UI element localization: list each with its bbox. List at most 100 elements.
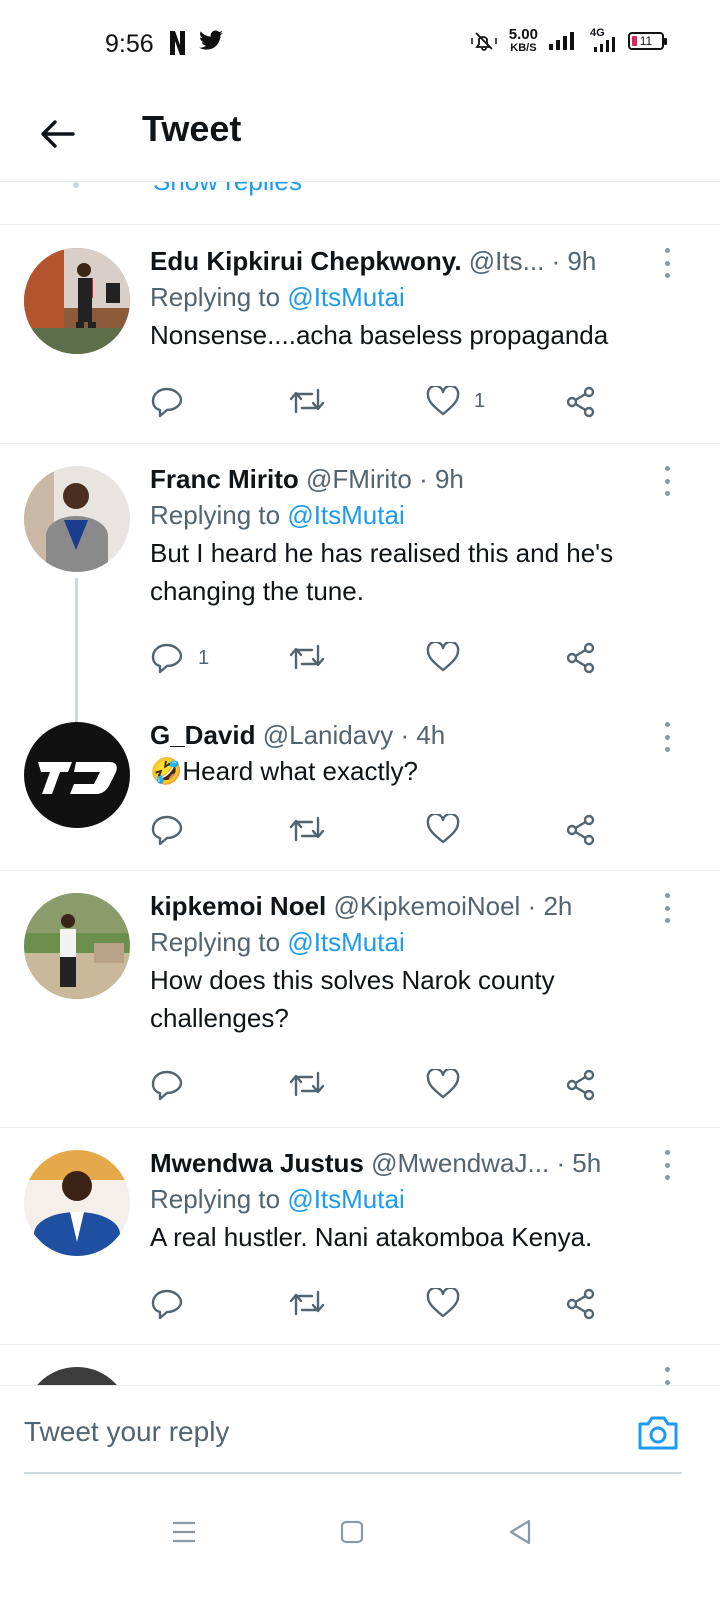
author-name[interactable]: Edu Kipkirui Chepkwony. [150,246,462,276]
more-options-button[interactable] [662,466,672,496]
replying-handle[interactable]: @ItsMutai [287,1184,404,1214]
tweet-item[interactable]: G_David @Lanidavy · 4h 🤣Heard what exact… [0,700,720,870]
retweet-button[interactable] [288,1069,326,1099]
retweet-button[interactable] [288,386,326,416]
author-name[interactable]: Mwendwa Justus [150,1148,364,1178]
share-icon [566,386,595,418]
battery-level: 11 [639,34,653,48]
show-replies-link[interactable]: Show replies [153,182,302,197]
retweet-button[interactable] [288,814,326,844]
netflix-icon [170,31,185,55]
like-icon [426,642,460,672]
replying-to: Replying to @ItsMutai [150,278,680,316]
avatar[interactable] [24,248,130,354]
retweet-button[interactable] [288,1288,326,1318]
more-options-button[interactable] [662,1150,672,1180]
system-nav-bar [0,1490,720,1600]
avatar-photo-icon [24,1150,130,1256]
reply-icon [151,387,183,418]
share-button[interactable] [564,814,598,846]
retweet-button[interactable] [288,642,326,672]
author-handle[interactable]: @KipkemoiNoel [334,891,521,921]
like-button[interactable]: 1 [426,386,485,416]
share-button[interactable] [564,642,598,674]
avatar[interactable] [24,466,130,572]
like-button[interactable] [426,642,460,672]
reply-input[interactable]: Tweet your reply [24,1416,229,1448]
avatar-photo-icon [24,1367,130,1385]
avatar-photo-icon [24,466,130,572]
reply-button[interactable]: 1 [150,642,209,674]
tweet-text: Nonsense....acha baseless propaganda [150,320,609,350]
tweet-meta: Edu Kipkirui Chepkwony. @Its... · 9h [150,244,680,278]
like-button[interactable] [426,1069,460,1099]
avatar[interactable] [24,722,130,828]
tweet-meta: G_David @Lanidavy · 4h [150,718,680,752]
avatar[interactable] [24,893,130,999]
more-options-button[interactable] [662,722,672,752]
tweet-item[interactable]: Franc Mirito @FMirito · 9h Replying to @… [0,444,720,738]
share-button[interactable] [564,386,598,418]
share-icon [566,1069,595,1101]
tweet-item[interactable]: Edu Kipkirui Chepkwony. @Its... · 9h Rep… [0,226,720,442]
speed-unit: KB/S [510,42,537,54]
tweet-time: · 5h [556,1148,602,1178]
author-handle[interactable]: @FMirito [306,464,412,494]
tweet-time: · 2h [527,891,573,921]
reply-count: 1 [198,646,210,669]
tweet-item[interactable] [0,1345,720,1385]
more-options-button[interactable] [662,893,672,923]
home-icon [340,1520,364,1544]
replying-prefix: Replying to [150,282,281,312]
reply-underline [24,1472,682,1474]
reply-button[interactable] [150,386,184,418]
tweet-meta: Mwendwa Justus @MwendwaJ... · 5h [150,1146,680,1180]
reply-button[interactable] [150,1288,184,1320]
tweet-text: But I heard he has realised this and he'… [150,538,614,606]
replying-prefix: Replying to [150,500,281,530]
more-options-button[interactable] [662,248,672,278]
more-icon [664,1150,670,1155]
camera-button[interactable] [636,1412,680,1452]
reply-button[interactable] [150,1069,184,1101]
share-icon [566,1288,595,1320]
like-icon [426,386,460,416]
replying-handle[interactable]: @ItsMutai [287,282,404,312]
replying-handle[interactable]: @ItsMutai [287,927,404,957]
like-button[interactable] [426,814,460,844]
tweet-text: 🤣Heard what exactly? [150,756,418,786]
tweet-item[interactable]: Mwendwa Justus @MwendwaJ... · 5h Replyin… [0,1128,720,1344]
replying-to: Replying to @ItsMutai [150,923,680,961]
replying-to: Replying to @ItsMutai [150,496,680,534]
share-button[interactable] [564,1288,598,1320]
reply-composer: Tweet your reply [0,1385,720,1475]
author-name[interactable]: Franc Mirito [150,464,299,494]
avatar[interactable] [24,1150,130,1256]
back-nav-button[interactable] [500,1512,540,1552]
replies-feed[interactable]: Show replies Edu Kipkirui Chepkwony. @It… [0,182,720,1385]
network-speed: 5.00 KB/S [509,27,538,54]
home-button[interactable] [332,1512,372,1552]
back-button[interactable] [36,112,80,156]
like-button[interactable] [426,1288,460,1318]
author-handle[interactable]: @Lanidavy [263,720,393,750]
share-button[interactable] [564,1069,598,1101]
author-name[interactable]: kipkemoi Noel [150,891,326,921]
more-icon [664,248,670,253]
menu-button[interactable] [164,1512,204,1552]
avatar[interactable] [24,1367,130,1385]
author-name[interactable]: G_David [150,720,256,750]
author-handle[interactable]: @MwendwaJ... [371,1148,549,1178]
tweet-actions [150,1288,610,1328]
reply-button[interactable] [150,814,184,846]
like-icon [426,1288,460,1318]
reply-icon [151,815,183,846]
signal-4g-icon [594,37,615,52]
tweet-time: · 4h [400,720,446,750]
status-right: 5.00 KB/S 4G 11 [469,27,667,54]
author-handle[interactable]: @Its... [469,246,545,276]
more-icon [664,722,670,727]
more-options-button[interactable] [662,1367,672,1385]
tweet-item[interactable]: kipkemoi Noel @KipkemoiNoel · 2h Replyin… [0,871,720,1127]
replying-handle[interactable]: @ItsMutai [287,500,404,530]
